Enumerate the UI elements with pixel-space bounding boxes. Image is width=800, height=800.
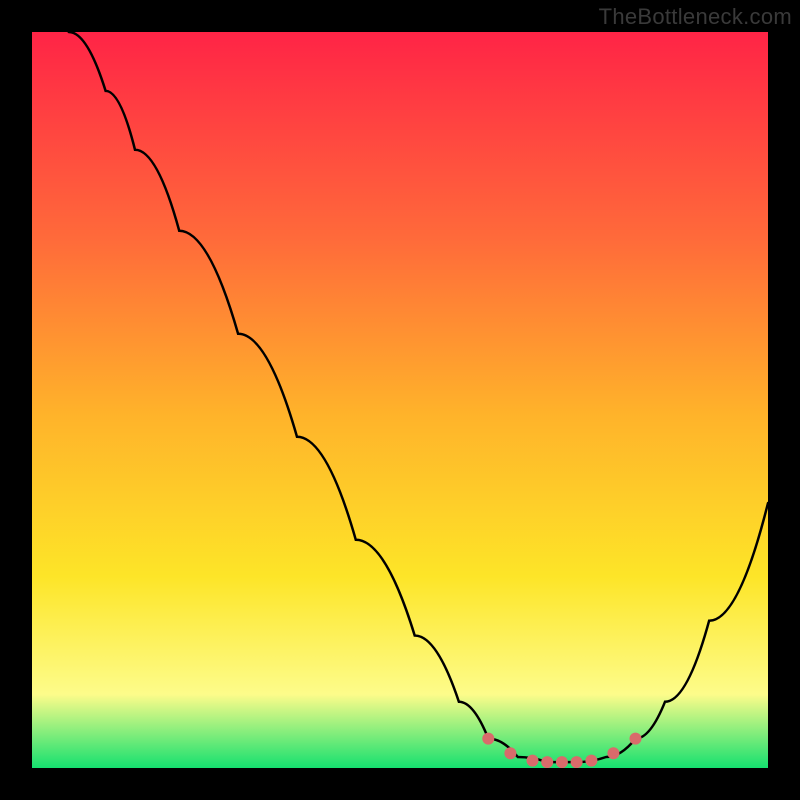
marker-dot — [607, 747, 619, 759]
marker-dot — [527, 755, 539, 767]
plot-area — [32, 32, 768, 768]
marker-dot — [482, 733, 494, 745]
marker-dot — [541, 756, 553, 768]
marker-dot — [571, 756, 583, 768]
gradient-backdrop — [32, 32, 768, 768]
chart-svg — [32, 32, 768, 768]
marker-dot — [504, 747, 516, 759]
marker-dot — [630, 733, 642, 745]
marker-dot — [556, 756, 568, 768]
watermark-label: TheBottleneck.com — [599, 4, 792, 30]
marker-dot — [585, 755, 597, 767]
chart-container: TheBottleneck.com — [0, 0, 800, 800]
